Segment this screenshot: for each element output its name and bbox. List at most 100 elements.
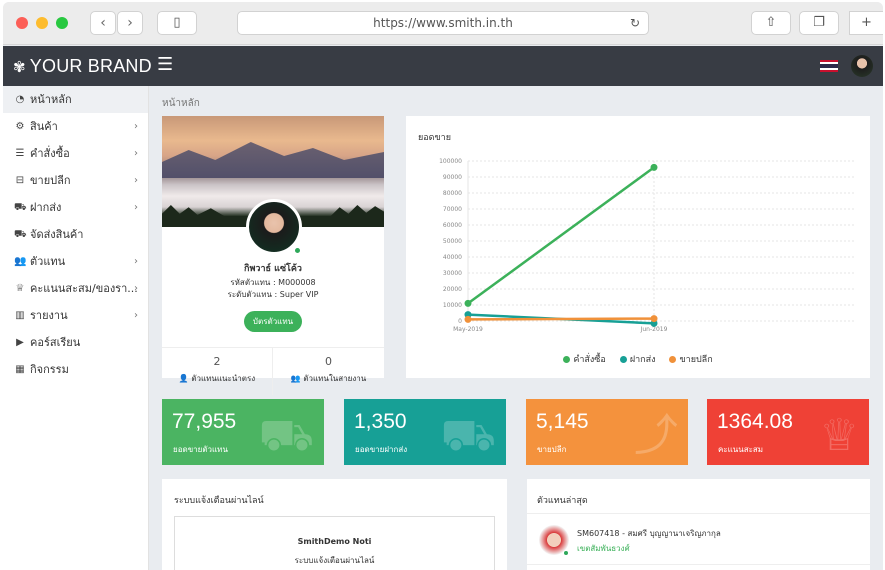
trend-icon: ⤴: [634, 410, 678, 461]
chevron-right-icon: ›: [134, 148, 138, 159]
y-tick-label: 20000: [443, 286, 462, 293]
data-point[interactable]: [650, 163, 658, 171]
sidebar-item-6[interactable]: 👥 ตัวแทน ›: [3, 248, 148, 275]
sidebar-item-1[interactable]: ⚙ สินค้า ›: [3, 113, 148, 140]
products-icon: ⚙: [15, 121, 25, 132]
list-item[interactable]: SM607418 - สมศรี บุญญานาเจริญภากุล เขตสั…: [527, 513, 870, 565]
agent-level: ระดับตัวแทน : Super VIP: [227, 290, 319, 299]
latest-agents-title: ตัวแทนล่าสุด: [537, 496, 588, 506]
browser-toolbar: ‹ › ▯ https://www.smith.in.th ↻ ⇧ ❐ +: [3, 2, 883, 45]
sidebar-item-label: กิจกรรม: [30, 363, 69, 376]
stat-label: ยอดขายฝากส่ง: [355, 445, 408, 454]
truck-icon: ⛟: [440, 410, 496, 461]
reload-icon[interactable]: ↻: [630, 12, 640, 34]
y-tick-label: 100000: [439, 158, 462, 165]
profile-card: กิพวาธ์ แซ่โค้ว รหัสตัวแทน : M000008 ระด…: [162, 116, 384, 395]
y-tick-label: 30000: [443, 270, 462, 277]
cart-icon: ⛟: [14, 202, 27, 213]
stat-card-0[interactable]: 77,955 ยอดขายตัวแทน ⛟: [162, 399, 324, 465]
x-tick-label: May-2019: [453, 326, 483, 333]
list-icon: ☰: [15, 148, 25, 159]
zoom-window-button[interactable]: [56, 17, 68, 29]
stat-value: 1,350: [354, 410, 407, 433]
chevron-right-icon: ›: [134, 202, 138, 213]
series-line-0: [467, 166, 655, 305]
legend-item-0[interactable]: คำสั่งซื้อ: [563, 352, 606, 366]
sidebar-item-label: คอร์สเรียน: [30, 336, 81, 349]
legend-item-2[interactable]: ขายปลีก: [669, 352, 713, 366]
line-notify-title: ระบบแจ้งเตือนผ่านไลน์: [174, 496, 264, 506]
new-tab-button[interactable]: +: [849, 11, 883, 35]
legend-label: คำสั่งซื้อ: [573, 355, 606, 365]
stat-card-1[interactable]: 1,350 ยอดขายฝากส่ง ⛟: [344, 399, 506, 465]
direct-referral-label: ตัวแทนแนะนำตรง: [191, 374, 256, 383]
sidebar-item-2[interactable]: ☰ คำสั่งซื้อ ›: [3, 140, 148, 167]
sidebar-item-label: คะแนนสะสม/ของรา...: [30, 282, 138, 295]
legend-dot: [669, 356, 677, 363]
y-tick-label: 0: [458, 318, 462, 325]
breadcrumb[interactable]: หน้าหลัก: [162, 96, 200, 111]
user-icon: 👤: [178, 374, 189, 383]
sidebar-item-8[interactable]: ▥ รายงาน ›: [3, 302, 148, 329]
agent-card-button[interactable]: บัตรตัวแทน: [244, 311, 302, 332]
stat-card-2[interactable]: 5,145 ขายปลีก ⤴: [526, 399, 688, 465]
y-tick-label: 70000: [443, 206, 462, 213]
user-avatar[interactable]: [851, 55, 873, 77]
brand-logo[interactable]: ✾ YOUR BRAND: [13, 56, 152, 77]
trophy-icon: ♕: [15, 283, 25, 294]
y-tick-label: 80000: [443, 190, 462, 197]
brand-name: YOUR BRAND: [29, 56, 152, 76]
trophy-icon: ♕: [819, 410, 859, 461]
y-tick-label: 10000: [443, 302, 462, 309]
sidebar-toggle-button[interactable]: ▯: [157, 11, 197, 35]
line-notify-card: ระบบแจ้งเตือนผ่านไลน์ SmithDemo Noti ระบ…: [162, 479, 507, 570]
basket-icon: ⊟: [15, 175, 25, 186]
sidebar-item-7[interactable]: ♕ คะแนนสะสม/ของรา... ›: [3, 275, 148, 302]
flower-icon: ✾: [13, 59, 26, 76]
legend-item-1[interactable]: ฝากส่ง: [619, 352, 656, 366]
chevron-right-icon: ›: [127, 15, 133, 31]
sidebar-item-3[interactable]: ⊟ ขายปลีก ›: [3, 167, 148, 194]
hamburger-icon[interactable]: ☰: [157, 54, 173, 75]
share-button[interactable]: ⇧: [751, 11, 791, 35]
sidebar-item-9[interactable]: ▶ คอร์สเรียน: [3, 329, 148, 356]
sidebar-item-label: จัดส่งสินค้า: [30, 228, 84, 241]
latest-agents-card: ตัวแทนล่าสุด SM607418 - สมศรี บุญญานาเจร…: [527, 479, 870, 570]
truck-icon: ⛟: [14, 229, 27, 240]
stat-value: 5,145: [536, 410, 589, 433]
agent-district: เขตสัมพันธวงศ์: [577, 544, 630, 553]
direct-referral-count: 2: [213, 355, 221, 368]
series-line-2: [467, 317, 655, 321]
direct-referral-stat[interactable]: 2 👤 ตัวแทนแนะนำตรง: [162, 348, 273, 395]
back-button[interactable]: ‹: [90, 11, 116, 35]
browser-window: ‹ › ▯ https://www.smith.in.th ↻ ⇧ ❐ + ✾ YO…: [3, 2, 883, 570]
minimize-window-button[interactable]: [36, 17, 48, 29]
stat-value: 77,955: [172, 410, 237, 433]
sidebar-item-4[interactable]: ⛟ ฝากส่ง ›: [3, 194, 148, 221]
chevron-right-icon: ›: [134, 121, 138, 132]
sidebar-item-5[interactable]: ⛟ จัดส่งสินค้า: [3, 221, 148, 248]
downline-stat[interactable]: 0 👥 ตัวแทนในสายงาน: [273, 348, 384, 395]
sidebar-item-label: ตัวแทน: [30, 255, 66, 268]
data-point[interactable]: [464, 315, 472, 323]
close-window-button[interactable]: [16, 17, 28, 29]
sidebar-item-0[interactable]: ◔ หน้าหลัก: [3, 86, 148, 113]
url-text: https://www.smith.in.th: [373, 16, 513, 30]
tabs-button[interactable]: ❐: [799, 11, 839, 35]
stat-card-3[interactable]: 1364.08 คะแนนสะสม ♕: [707, 399, 869, 465]
legend-label: ฝากส่ง: [629, 355, 656, 365]
sidebar-item-10[interactable]: ▦ กิจกรรม: [3, 356, 148, 383]
thai-flag-icon[interactable]: [820, 60, 838, 72]
sidebar-item-label: สินค้า: [30, 120, 58, 133]
address-bar[interactable]: https://www.smith.in.th ↻: [237, 11, 649, 35]
chevron-right-icon: ›: [134, 310, 138, 321]
y-tick-label: 60000: [443, 222, 462, 229]
y-tick-label: 50000: [443, 238, 462, 245]
main-content: หน้าหลัก กิพวาธ์ แซ่โค้ว รหัสตัวแทน : M0…: [149, 86, 883, 570]
notify-description: ระบบแจ้งเตือนผ่านไลน์: [294, 556, 375, 565]
forward-button[interactable]: ›: [117, 11, 143, 35]
data-point[interactable]: [464, 299, 472, 307]
chevron-right-icon: ›: [134, 256, 138, 267]
dashboard-icon: ◔: [15, 94, 25, 105]
data-point[interactable]: [650, 315, 658, 323]
